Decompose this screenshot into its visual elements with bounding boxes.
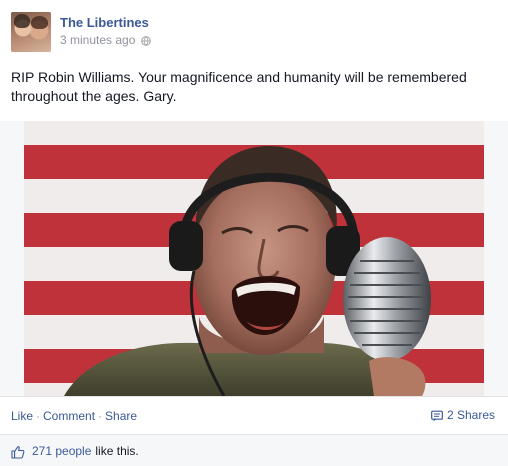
- post-header: The Libertines 3 minutes ago: [11, 12, 152, 52]
- post-actions: Like · Comment · Share: [11, 409, 137, 424]
- time-row: 3 minutes ago: [60, 33, 152, 48]
- shares-icon: [431, 410, 443, 421]
- photo-illustration: [24, 121, 484, 396]
- like-link[interactable]: Like: [11, 409, 33, 423]
- post-message: RIP Robin Williams. Your magnificence an…: [11, 69, 467, 104]
- actions-bar: Like · Comment · Share 2 Shares: [0, 396, 508, 434]
- thumbs-up-icon: [11, 445, 25, 459]
- likes-suffix: like this.: [95, 444, 139, 458]
- separator: ·: [36, 409, 41, 423]
- separator: ·: [98, 409, 103, 423]
- likes-count-link[interactable]: 271 people: [32, 444, 91, 459]
- globe-icon: [141, 35, 152, 46]
- post-photo[interactable]: [24, 121, 484, 396]
- page-name-link[interactable]: The Libertines: [60, 15, 151, 31]
- shares-count: 2 Shares: [446, 408, 495, 422]
- likes-bar: 271 people like this.: [0, 434, 508, 466]
- post-meta: The Libertines 3 minutes ago: [60, 15, 152, 48]
- shares-count-link[interactable]: 2 Shares: [431, 408, 495, 423]
- post-timestamp[interactable]: 3 minutes ago: [60, 33, 135, 48]
- comment-link[interactable]: Comment: [43, 409, 95, 423]
- page-avatar[interactable]: [11, 12, 51, 52]
- likes-summary: 271 people like this.: [11, 444, 139, 459]
- post-card: The Libertines 3 minutes ago RIP Robin W…: [0, 0, 508, 466]
- photo-frame: [0, 121, 508, 396]
- share-link[interactable]: Share: [105, 409, 137, 423]
